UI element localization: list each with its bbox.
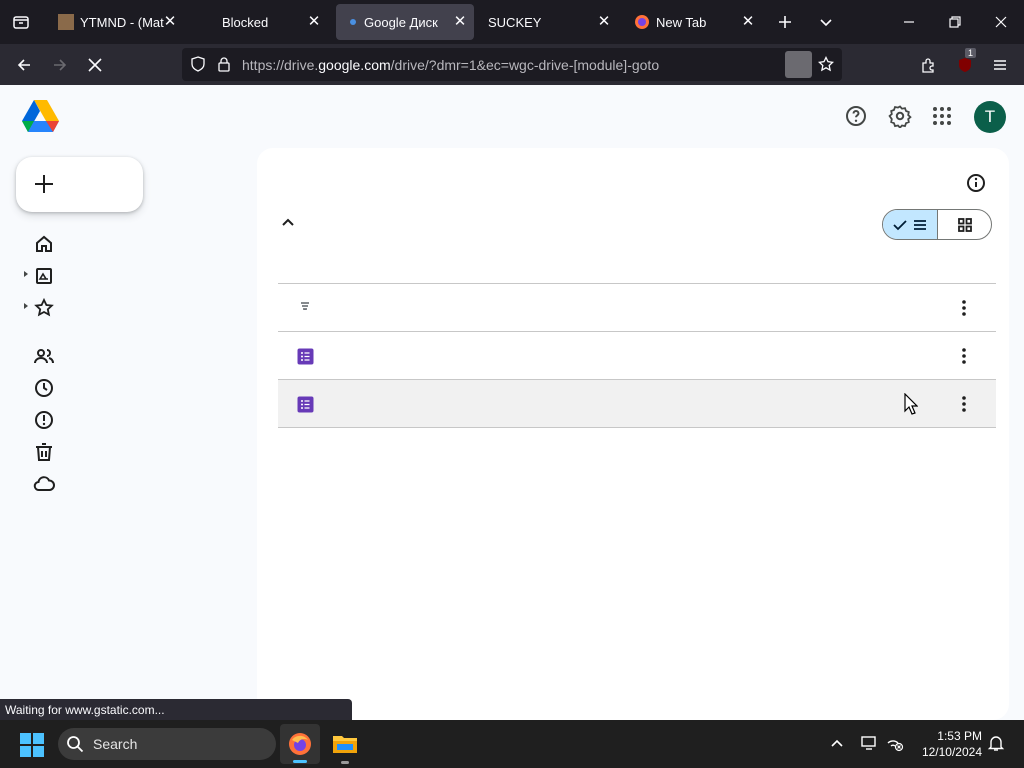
google-apps-icon[interactable] [930,104,954,133]
list-item[interactable] [278,284,996,332]
storage-cloud-icon[interactable] [32,472,56,496]
open-app-indicator [341,761,349,764]
help-icon[interactable] [844,104,868,133]
ytmnd-favicon-icon [58,14,74,30]
plus-icon [33,173,55,200]
drive-page: T [0,85,1024,720]
expand-my-drive-icon[interactable] [24,271,28,277]
search-icon [66,735,84,756]
tab-suckey[interactable]: SUCKEY ✕ [482,4,618,40]
new-tab-icon[interactable] [764,0,806,44]
display-icon[interactable] [860,734,878,757]
close-tab-icon[interactable]: ✕ [306,14,322,30]
show-hidden-icons-icon[interactable] [829,735,845,756]
list-all-tabs-icon[interactable] [806,0,846,44]
taskbar-file-explorer[interactable] [325,724,365,764]
tab-title: New Tab [656,14,707,30]
clock-time: 1:53 PM [937,729,982,743]
forward-icon [45,50,75,80]
tab-title: Google Диск [364,14,438,30]
spam-icon[interactable] [32,408,56,432]
list-item[interactable] [278,380,996,428]
tracking-protection-icon[interactable] [190,56,206,77]
home-icon[interactable] [32,232,56,256]
page-action-icon[interactable] [785,51,812,78]
grid-view-icon[interactable] [957,217,973,238]
menu-icon[interactable] [985,50,1015,80]
extensions-icon[interactable] [913,50,943,80]
windows-start-icon[interactable] [20,733,44,762]
settings-gear-icon[interactable] [888,104,912,133]
lock-icon[interactable] [217,56,231,77]
close-tab-icon[interactable]: ✕ [452,14,468,30]
starred-icon[interactable] [32,296,56,320]
url-text: https://drive.google.com/drive/?dmr=1&ec… [242,57,659,73]
tab-bar: YTMND - (Matu ✕ Blocked ✕ Google Диск ✕ … [0,0,1024,44]
status-panel: Waiting for www.gstatic.com... [0,699,352,720]
tab-ytmnd[interactable]: YTMND - (Matu ✕ [50,4,184,40]
tab-google-drive[interactable]: Google Диск ✕ [336,4,474,40]
tab-title: Blocked [222,14,269,30]
close-tab-icon[interactable]: ✕ [162,14,178,30]
loading-dot-icon [350,19,356,25]
trash-icon[interactable] [32,440,56,464]
active-app-indicator [293,760,307,763]
system-clock[interactable]: 1:53 PM 12/10/2024 [912,728,982,760]
checkmark-icon [892,217,908,238]
collapse-chevron-icon[interactable] [278,213,298,238]
expand-computers-icon[interactable] [24,303,28,309]
close-tab-icon[interactable]: ✕ [596,14,612,30]
more-actions-icon[interactable] [952,296,976,320]
close-tab-icon[interactable]: ✕ [740,14,756,30]
mouse-cursor-icon [904,392,919,420]
ublock-icon[interactable]: 1 [950,48,980,80]
network-disconnected-icon[interactable] [886,734,904,757]
url-prefix: https://drive. [242,57,319,73]
account-avatar[interactable]: T [974,101,1006,133]
firefox-favicon-icon [634,14,650,30]
filter-icon [298,300,312,319]
minimize-icon[interactable] [886,0,932,44]
list-view-button[interactable] [883,210,938,239]
blocked-favicon-icon [200,14,216,30]
taskbar-firefox[interactable] [280,724,320,764]
close-window-icon[interactable] [978,0,1024,44]
restore-icon[interactable] [932,0,978,44]
tab-blocked[interactable]: Blocked ✕ [192,4,328,40]
google-drive-logo-icon[interactable] [22,100,59,138]
extension-badge: 1 [965,48,977,58]
search-label: Search [93,736,138,752]
firefox-icon [288,732,312,761]
bookmark-star-icon[interactable] [817,55,835,77]
tab-new-tab[interactable]: New Tab ✕ [626,4,762,40]
windows-taskbar: Search 1:53 PM 12/10/2024 [0,720,1024,768]
view-toggle [882,209,992,240]
shared-with-me-icon[interactable] [32,344,56,368]
google-forms-icon [297,348,314,370]
url-suffix: /drive/?dmr=1&ec=wgc-drive-[module]-goto [390,57,660,73]
back-icon[interactable] [9,50,39,80]
tab-title: YTMND - (Matu [80,14,164,30]
google-forms-icon [297,396,314,418]
url-bar[interactable]: https://drive.google.com/drive/?dmr=1&ec… [182,48,842,81]
list-view-icon [912,217,928,238]
file-explorer-icon [332,733,358,760]
more-actions-icon[interactable] [952,344,976,368]
list-item[interactable] [278,332,996,380]
stop-loading-icon[interactable] [80,50,110,80]
notifications-bell-icon[interactable] [987,734,1005,757]
url-domain: google.com [318,57,391,73]
recent-icon[interactable] [32,376,56,400]
more-actions-icon[interactable] [952,392,976,416]
tab-title: SUCKEY [488,14,542,30]
clock-date: 12/10/2024 [921,745,982,759]
taskbar-search[interactable]: Search [58,728,276,760]
details-info-icon[interactable] [964,171,988,200]
my-drive-icon[interactable] [32,264,56,288]
tab-list-icon[interactable] [0,0,42,44]
new-button[interactable] [16,157,143,212]
